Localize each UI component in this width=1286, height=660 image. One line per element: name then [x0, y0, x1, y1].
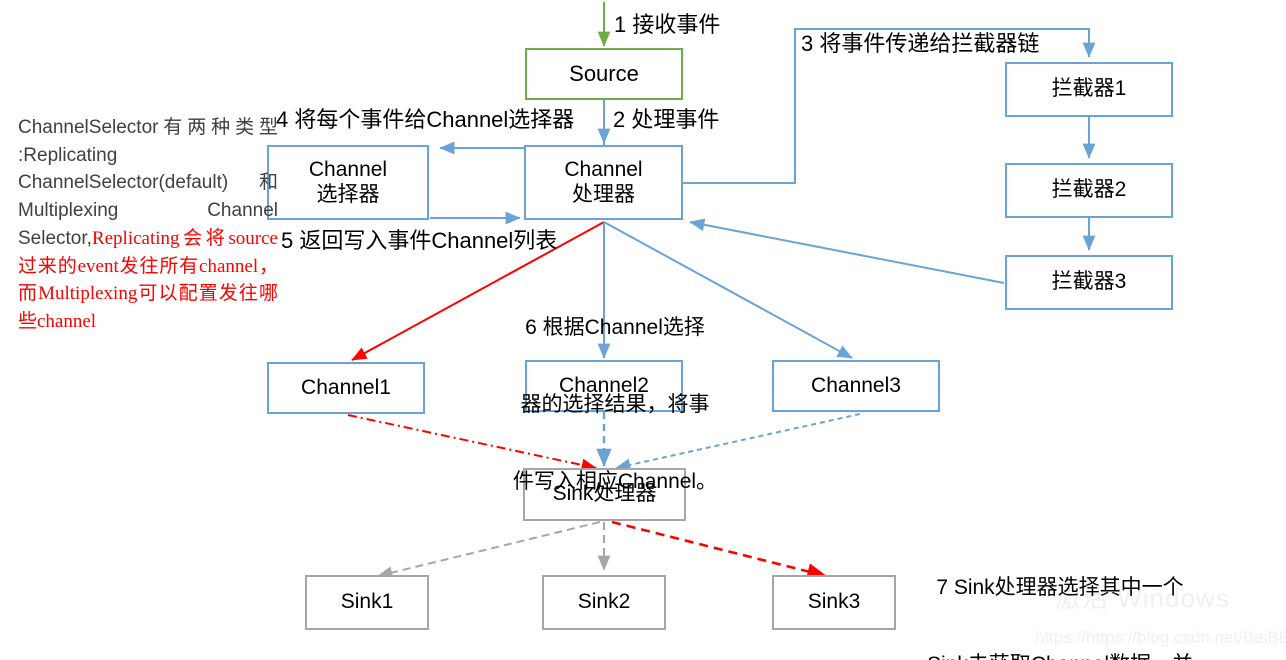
node-channel-processor-label-line1: Channel [564, 157, 643, 181]
node-sink-1-label: Sink1 [340, 590, 394, 614]
node-interceptor-1[interactable]: 拦截器1 [1005, 62, 1173, 117]
node-sink-3-label: Sink3 [807, 590, 861, 614]
node-source[interactable]: Source [525, 48, 683, 100]
step-label-6: 6 根据Channel选择 器的选择结果，将事 件写入相应Channel。 [500, 264, 730, 546]
diagram-canvas: Source Channel 选择器 Channel 处理器 拦截器1 拦截器2… [0, 0, 1286, 660]
node-interceptor-2[interactable]: 拦截器2 [1005, 163, 1173, 218]
node-channel-selector[interactable]: Channel 选择器 [267, 145, 429, 220]
step-label-6-line2: 器的选择结果，将事 [520, 393, 710, 417]
step-label-7-line1: 7 Sink处理器选择其中一个 [936, 576, 1184, 600]
node-interceptor-2-label: 拦截器2 [1051, 178, 1127, 202]
step-label-5: 5 返回写入事件Channel列表 [281, 228, 558, 253]
step-label-2: 2 处理事件 [613, 107, 720, 132]
node-sink-1[interactable]: Sink1 [305, 575, 429, 630]
step-label-3: 3 将事件传递给拦截器链 [801, 31, 1040, 56]
step-label-1: 1 接收事件 [614, 12, 721, 37]
node-source-label: Source [569, 61, 639, 87]
step-label-6-line1: 6 根据Channel选择 [525, 316, 705, 340]
node-channel-1[interactable]: Channel1 [267, 362, 425, 414]
step-label-7: 7 Sink处理器选择其中一个 Sink去获取Channel数据，并 将获取数据… [900, 524, 1220, 660]
node-interceptor-3-label: 拦截器3 [1051, 270, 1127, 294]
node-sink-2[interactable]: Sink2 [542, 575, 666, 630]
node-channel-1-label: Channel1 [301, 375, 391, 399]
step-label-7-line2: Sink去获取Channel数据，并 [900, 652, 1220, 660]
node-channel-processor-label-line2: 处理器 [572, 182, 635, 206]
node-channel-selector-label-line1: Channel [308, 157, 388, 181]
node-interceptor-3[interactable]: 拦截器3 [1005, 255, 1173, 310]
node-sink-3[interactable]: Sink3 [772, 575, 896, 630]
step-label-6-line3: 件写入相应Channel。 [512, 469, 718, 493]
node-channel-selector-label-line2: 选择器 [316, 182, 380, 206]
arrow-interceptor3-to-channel-processor [689, 218, 1005, 284]
step-label-4: 4 将每个事件给Channel选择器 [276, 107, 575, 132]
node-interceptor-1-label: 拦截器1 [1051, 77, 1127, 101]
node-sink-2-label: Sink2 [577, 590, 631, 614]
node-channel-3[interactable]: Channel3 [772, 360, 940, 412]
node-channel-processor[interactable]: Channel 处理器 [524, 145, 683, 220]
channel-selector-note: ChannelSelector有两种类型 :Replicating Channe… [18, 114, 278, 336]
node-channel-3-label: Channel3 [811, 373, 901, 397]
